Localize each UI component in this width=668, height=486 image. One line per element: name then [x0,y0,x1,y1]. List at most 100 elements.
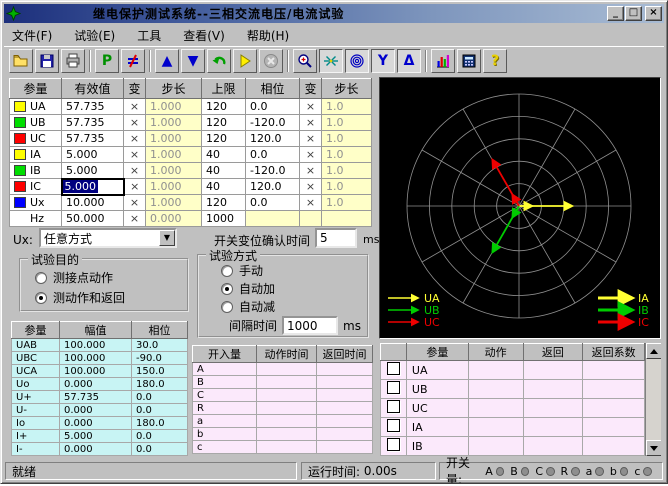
fault-set-button[interactable] [121,49,145,73]
help-button[interactable]: ? [483,49,507,73]
table-row: UB [381,380,645,399]
radio-action-return[interactable]: 测动作和返回 [35,289,125,306]
crosshair-button[interactable] [319,49,343,73]
spiral-icon [349,53,365,69]
close-button[interactable]: × [645,6,662,21]
delta-connection-button[interactable]: Δ [397,49,421,73]
toolbar-separator [287,50,289,72]
table-row[interactable]: UB 57.735 × 1.000 120 -120.0 × 1.0 [10,115,372,131]
table-row[interactable]: Ux 10.000 × 1.000 120 0.0 × 1.0 [10,195,372,211]
interval-input[interactable] [282,316,338,335]
step-down-button[interactable]: ▼ [181,49,205,73]
calculator-icon [461,53,477,69]
open-button[interactable] [9,49,33,73]
crosshair-icon [323,53,339,69]
table-row: I-0.0000.0 [12,443,188,456]
table-row: b [193,428,373,441]
ux-mode-select[interactable]: 任意方式 ▼ [39,228,177,248]
sequence-table-header: 参量 幅值 相位 [12,322,188,339]
menu-view[interactable]: 查看(V) [183,27,225,44]
checkbox-icon[interactable] [387,362,400,375]
table-row: C [193,389,373,402]
titlebar: 继电保护测试系统--三相交流电压/电流试验 _ □ × [4,4,664,23]
table-row[interactable]: UA 57.735 × 1.000 120 0.0 × 1.0 [10,99,372,115]
radio-auto-increase[interactable]: 自动加 [221,280,275,297]
col-param: 参量 [10,79,62,99]
statusbar: 就绪 运行时间: 0.00s 开关量: A B C R a b c [4,460,664,482]
menu-tools[interactable]: 工具 [137,27,161,44]
table-row[interactable]: IB 5.000 × 1.000 40 -120.0 × 1.0 [10,163,372,179]
table-row: IB [381,437,645,456]
switch-confirm-input[interactable] [315,228,357,248]
radio-icon[interactable] [221,301,233,313]
radio-manual[interactable]: 手动 [221,262,263,279]
table-row: UAB100.00030.0 [12,339,188,352]
radio-contact-action[interactable]: 测接点动作 [35,269,113,286]
table-row: Uo0.000180.0 [12,378,188,391]
maximize-button[interactable]: □ [625,6,642,21]
col-step1: 步长 [146,79,202,99]
save-button[interactable] [35,49,59,73]
zoom-button[interactable] [293,49,317,73]
interval-unit: ms [343,319,361,333]
not-equal-icon [125,53,141,69]
phasor-legend-left: UA UB UC [388,292,440,329]
phasor-plot: UA UB UC IA IB IC [380,78,660,338]
input-contact-table: 开入量 动作时间 返回时间 A B C R a b c [192,345,373,454]
table-row: c [193,441,373,454]
print-button[interactable] [61,49,85,73]
stop-icon [263,53,279,69]
step-up-icon: ▲ [162,54,173,68]
stop-button[interactable] [259,49,283,73]
radio-icon[interactable] [221,265,233,277]
radio-auto-decrease[interactable]: 自动减 [221,298,275,315]
calculator-button[interactable] [457,49,481,73]
color-swatch [14,165,26,176]
menu-help[interactable]: 帮助(H) [247,27,289,44]
table-row: UBC100.000-90.0 [12,352,188,365]
sequence-table: 参量 幅值 相位 UAB100.00030.0 UBC100.000-90.0 … [11,321,188,456]
menu-file[interactable]: 文件(F) [12,27,52,44]
test-purpose-group: 试验目的 测接点动作 测动作和返回 [19,258,189,312]
status-ready: 就绪 [5,462,297,480]
radio-checked-icon[interactable] [35,292,47,304]
input-table-header: 开入量 动作时间 返回时间 [193,346,373,363]
bar-chart-button[interactable] [431,49,455,73]
step-up-button[interactable]: ▲ [155,49,179,73]
led-b2-icon [620,467,629,476]
led-c-icon [546,467,555,476]
value-edit-cell[interactable]: 5.000 [62,179,124,195]
table-row[interactable]: Hz 50.000 × 0.000 1000 [10,211,372,227]
checkbox-icon[interactable] [387,419,400,432]
menubar: 文件(F) 试验(E) 工具 查看(V) 帮助(H) [4,25,664,45]
save-icon [39,53,55,69]
table-row[interactable]: IC 5.000 × 1.000 40 120.0 × 1.0 [10,179,372,195]
chevron-down-icon[interactable]: ▼ [159,230,175,246]
table-row: a [193,415,373,428]
menu-test[interactable]: 试验(E) [74,27,115,44]
undo-button[interactable] [207,49,231,73]
switch-confirm-unit: ms [363,233,379,246]
table-row[interactable]: IA 5.000 × 1.000 40 0.0 × 1.0 [10,147,372,163]
test-purpose-title: 试验目的 [28,251,82,268]
scroll-up-icon[interactable] [646,343,661,359]
vertical-scrollbar[interactable] [645,343,661,456]
legend-label: UC [424,316,440,329]
y-connection-button[interactable]: Y [371,49,395,73]
p-marker-button[interactable]: P [95,49,119,73]
table-row: R [193,402,373,415]
checkbox-icon[interactable] [387,438,400,451]
spiral-button[interactable] [345,49,369,73]
scroll-down-icon[interactable] [646,440,661,456]
start-button[interactable] [233,49,257,73]
ux-mode-value: 任意方式 [41,230,159,247]
checkbox-icon[interactable] [387,381,400,394]
checkbox-icon[interactable] [387,400,400,413]
test-mode-group: 试验方式 手动 自动加 自动减 间隔时间 ms [197,254,369,338]
interval-label: 间隔时间 [229,317,277,334]
radio-icon[interactable] [35,272,47,284]
table-row: UCA100.000150.0 [12,365,188,378]
table-row[interactable]: UC 57.735 × 1.000 120 120.0 × 1.0 [10,131,372,147]
minimize-button[interactable]: _ [607,6,624,21]
radio-checked-icon[interactable] [221,283,233,295]
